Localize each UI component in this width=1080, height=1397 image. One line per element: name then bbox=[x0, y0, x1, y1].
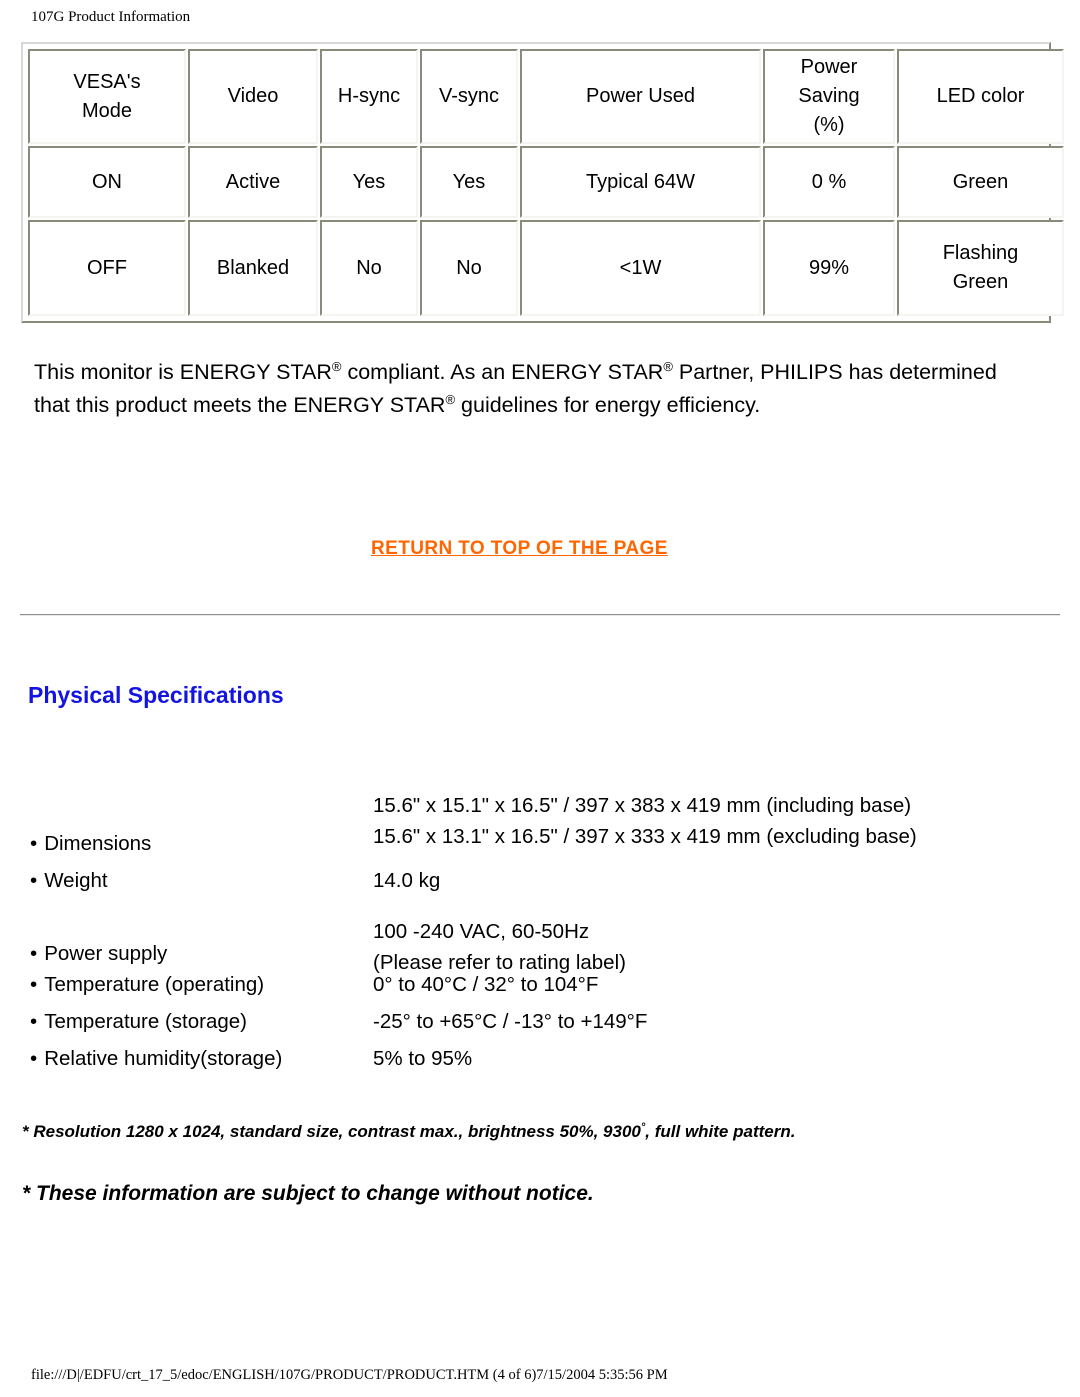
power-management-table-container: VESA's Mode Video H-sync V-sync Power Us… bbox=[21, 42, 1064, 323]
energy-star-compliance-paragraph: This monitor is ENERGY STAR ® compliant. … bbox=[34, 356, 1006, 422]
page-title: Physical Specifications bbox=[28, 682, 284, 709]
return-to-top-link[interactable]: RETURN TO TOP OF THE PAGE bbox=[371, 538, 668, 560]
spec-value-temperature-operating: 0° to 40°C / 32° to 104°F bbox=[373, 973, 599, 996]
cell-power-saving: 99% bbox=[763, 220, 895, 316]
cell-power-saving: 0 % bbox=[763, 146, 895, 218]
cell-video: Blanked bbox=[188, 220, 318, 316]
list-item: Temperature (storage) -25° to +65°C / -1… bbox=[28, 1006, 1028, 1043]
column-header-vesa-mode: VESA's Mode bbox=[28, 49, 186, 144]
list-item: Dimensions 15.6" x 15.1" x 16.5" / 397 x… bbox=[28, 790, 1028, 865]
table-row: ON Active Yes Yes Typical 64W 0 % Green bbox=[28, 146, 1064, 218]
footnote-resolution-tail: , full white pattern. bbox=[645, 1122, 796, 1141]
spec-label-power-supply: Power supply bbox=[28, 916, 373, 969]
footnote-resolution-text: * Resolution 1280 x 1024, standard size,… bbox=[22, 1122, 641, 1141]
cell-power-used: Typical 64W bbox=[520, 146, 761, 218]
spec-value-temperature-storage: -25° to +65°C / -13° to +149°F bbox=[373, 1010, 648, 1033]
spec-value-weight: 14.0 kg bbox=[373, 869, 441, 892]
spec-label-weight: Weight bbox=[28, 865, 373, 896]
table-row: OFF Blanked No No <1W 99% Flashing Green bbox=[28, 220, 1064, 316]
page-running-header: 107G Product Information bbox=[31, 9, 191, 25]
cell-v-sync: No bbox=[420, 220, 518, 316]
energy-star-text-part-4: guidelines for energy efficiency. bbox=[455, 392, 761, 417]
column-header-power-saving: Power Saving (%) bbox=[763, 49, 895, 144]
physical-specifications-list: Dimensions 15.6" x 15.1" x 16.5" / 397 x… bbox=[28, 790, 1028, 1080]
table-header-row: VESA's Mode Video H-sync V-sync Power Us… bbox=[28, 49, 1064, 144]
column-header-led-color: LED color bbox=[897, 49, 1064, 144]
energy-star-text-part-1: This monitor is ENERGY STAR bbox=[34, 359, 332, 384]
list-item: Temperature (operating) 0° to 40°C / 32°… bbox=[28, 969, 1028, 1006]
cell-video: Active bbox=[188, 146, 318, 218]
list-item: Weight 14.0 kg bbox=[28, 865, 1028, 916]
cell-led-color: Green bbox=[897, 146, 1064, 218]
column-header-power-used: Power Used bbox=[520, 49, 761, 144]
spec-value-relative-humidity: 5% to 95% bbox=[373, 1047, 473, 1070]
cell-h-sync: Yes bbox=[320, 146, 418, 218]
footnote-resolution: * Resolution 1280 x 1024, standard size,… bbox=[22, 1122, 795, 1142]
cell-mode: ON bbox=[28, 146, 186, 218]
list-item: Relative humidity(storage) 5% to 95% bbox=[28, 1043, 1028, 1080]
column-header-v-sync: V-sync bbox=[420, 49, 518, 144]
spec-label-temperature-operating: Temperature (operating) bbox=[28, 969, 373, 1000]
cell-h-sync: No bbox=[320, 220, 418, 316]
horizontal-divider bbox=[20, 614, 1060, 616]
spec-label-temperature-storage: Temperature (storage) bbox=[28, 1006, 373, 1037]
power-management-table: VESA's Mode Video H-sync V-sync Power Us… bbox=[26, 47, 1066, 318]
footnote-subject-to-change: * These information are subject to chang… bbox=[22, 1182, 594, 1205]
spec-label-dimensions: Dimensions bbox=[28, 790, 373, 859]
registered-mark-icon: ® bbox=[663, 358, 673, 374]
energy-star-text-part-2: compliant. As an ENERGY STAR bbox=[341, 359, 664, 384]
cell-led-color: Flashing Green bbox=[897, 220, 1064, 316]
column-header-video: Video bbox=[188, 49, 318, 144]
list-item: Power supply 100 -240 VAC, 60-50Hz (Plea… bbox=[28, 916, 1028, 974]
column-header-h-sync: H-sync bbox=[320, 49, 418, 144]
page-footer-path: file:///D|/EDFU/crt_17_5/edoc/ENGLISH/10… bbox=[31, 1367, 668, 1383]
cell-power-used: <1W bbox=[520, 220, 761, 316]
spec-value-dimensions: 15.6" x 15.1" x 16.5" / 397 x 383 x 419 … bbox=[373, 794, 917, 848]
spec-label-relative-humidity: Relative humidity(storage) bbox=[28, 1043, 373, 1074]
cell-v-sync: Yes bbox=[420, 146, 518, 218]
registered-mark-icon: ® bbox=[445, 391, 456, 407]
cell-mode: OFF bbox=[28, 220, 186, 316]
